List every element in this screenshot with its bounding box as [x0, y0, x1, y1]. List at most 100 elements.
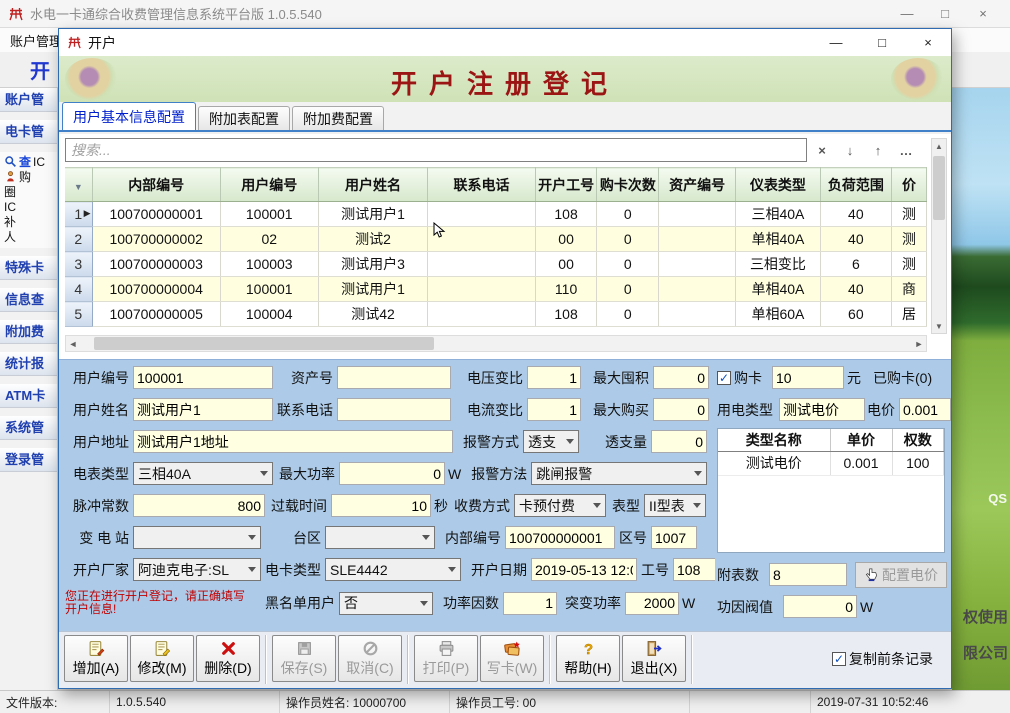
row-header[interactable]: 4	[65, 277, 92, 302]
menu-item-account[interactable]: 账户管理	[10, 31, 62, 50]
sidebar-section-4[interactable]: 信息查	[0, 288, 57, 312]
main-close-button[interactable]: ×	[964, 3, 1002, 25]
pf-threshold-input[interactable]	[783, 595, 857, 618]
row-header[interactable]: 5	[65, 302, 92, 327]
row-header[interactable]: 1▶	[65, 202, 92, 227]
user-name-input[interactable]	[133, 398, 273, 421]
table-row[interactable]: 210070000000202测试2000单相40A40测	[65, 227, 927, 252]
price-col-name[interactable]: 类型名称	[718, 429, 830, 451]
address-input[interactable]	[133, 430, 453, 453]
buy-card-checkbox[interactable]: ✓	[717, 371, 731, 385]
blacklist-select[interactable]: 否	[339, 592, 433, 615]
dialog-maximize-button[interactable]: □	[859, 32, 905, 54]
current-ratio-input[interactable]	[527, 398, 581, 421]
table-row[interactable]: 1▶100700000001100001测试用户11080三相40A40测	[65, 202, 927, 227]
column-header-1[interactable]: 内部编号	[92, 168, 220, 202]
column-header-4[interactable]: 联系电话	[428, 168, 535, 202]
sidebar-item[interactable]: 人	[4, 229, 57, 244]
tab-2[interactable]: 附加表配置	[198, 106, 290, 130]
elec-type-input[interactable]	[779, 398, 865, 421]
column-header-10[interactable]: 价	[891, 168, 926, 202]
exit-button[interactable]: 退出(X)	[622, 635, 686, 682]
tab-3[interactable]: 附加费配置	[292, 106, 384, 130]
scroll-left-arrow[interactable]: ◄	[66, 339, 80, 349]
surge-power-input[interactable]	[625, 592, 679, 615]
buy-card-amount-input[interactable]	[772, 366, 844, 389]
charge-mode-select[interactable]: 卡预付费	[514, 494, 606, 517]
scroll-right-arrow[interactable]: ►	[912, 339, 926, 349]
area-code-input[interactable]	[651, 526, 697, 549]
phone-input[interactable]	[337, 398, 451, 421]
table-vertical-scrollbar[interactable]: ▲ ▼	[931, 138, 947, 334]
sidebar-section-9[interactable]: 登录管	[0, 448, 57, 472]
overload-time-input[interactable]	[331, 494, 431, 517]
column-header-5[interactable]: 开户工号	[535, 168, 597, 202]
search-input[interactable]	[65, 138, 807, 162]
sidebar-section-7[interactable]: ATM卡	[0, 384, 57, 408]
sidebar-item[interactable]: IC	[4, 199, 57, 214]
work-no-input[interactable]	[673, 558, 715, 581]
scroll-up-arrow[interactable]: ▲	[935, 139, 943, 153]
column-header-3[interactable]: 用户姓名	[318, 168, 428, 202]
overdraft-input[interactable]	[651, 430, 707, 453]
max-power-input[interactable]	[339, 462, 445, 485]
pulse-const-input[interactable]	[133, 494, 265, 517]
sidebar-item[interactable]: 补	[4, 214, 57, 229]
scrollbar-thumb[interactable]	[933, 156, 945, 220]
table-row[interactable]: 5100700000005100004测试421080单相60A60居	[65, 302, 927, 327]
price-col-unit-price[interactable]: 单价	[830, 429, 892, 451]
table-row[interactable]: 3100700000003100003测试用户3000三相变比6测	[65, 252, 927, 277]
main-maximize-button[interactable]: □	[926, 3, 964, 25]
sidebar-section-5[interactable]: 附加费	[0, 320, 57, 344]
vendor-select[interactable]: 阿迪克电子:SL	[133, 558, 261, 581]
row-header[interactable]: 3	[65, 252, 92, 277]
sidebar-item[interactable]: 查IC	[4, 154, 57, 169]
column-chooser-button[interactable]: ▼	[65, 168, 92, 202]
sidebar-section-3[interactable]: 特殊卡	[0, 256, 57, 280]
search-next-button[interactable]: ↓	[837, 138, 863, 162]
main-minimize-button[interactable]: —	[888, 3, 926, 25]
dialog-minimize-button[interactable]: —	[813, 32, 859, 54]
attach-meters-input[interactable]	[769, 563, 847, 586]
max-hoard-input[interactable]	[653, 366, 709, 389]
station-area-select[interactable]	[325, 526, 435, 549]
dialog-close-button[interactable]: ×	[905, 32, 951, 54]
max-buy-input[interactable]	[653, 398, 709, 421]
sidebar-item[interactable]: 圈	[4, 184, 57, 199]
scrollbar-thumb[interactable]	[94, 337, 434, 350]
row-header[interactable]: 2	[65, 227, 92, 252]
copy-prev-checkbox[interactable]: ✓	[832, 652, 846, 666]
add-button[interactable]: 增加(A)	[64, 635, 128, 682]
card-type-select[interactable]: SLE4442	[325, 558, 461, 581]
sidebar-section-2[interactable]: 电卡管	[0, 120, 57, 144]
column-header-7[interactable]: 资产编号	[659, 168, 736, 202]
user-no-input[interactable]	[133, 366, 273, 389]
meter-model-select[interactable]: II型表	[644, 494, 706, 517]
meter-type-select[interactable]: 三相40A	[133, 462, 273, 485]
sidebar-section-1[interactable]: 账户管	[0, 88, 57, 112]
table-horizontal-scrollbar[interactable]: ◄ ►	[65, 335, 927, 352]
price-table-row[interactable]: 测试电价 0.001 100	[718, 451, 944, 475]
price-col-weight[interactable]: 权数	[892, 429, 944, 451]
column-header-9[interactable]: 负荷范围	[820, 168, 891, 202]
alarm-mode-select[interactable]: 透支	[523, 430, 579, 453]
help-button[interactable]: ?帮助(H)	[556, 635, 620, 682]
price-input[interactable]	[899, 398, 951, 421]
sidebar-section-8[interactable]: 系统管	[0, 416, 57, 440]
alarm-method-select[interactable]: 跳闸报警	[531, 462, 707, 485]
substation-select[interactable]	[133, 526, 261, 549]
search-clear-button[interactable]: ×	[809, 138, 835, 162]
voltage-ratio-input[interactable]	[527, 366, 581, 389]
scroll-down-arrow[interactable]: ▼	[935, 319, 943, 333]
sidebar-item[interactable]: 购	[4, 169, 57, 184]
tab-1[interactable]: 用户基本信息配置	[62, 102, 196, 130]
asset-no-input[interactable]	[337, 366, 451, 389]
search-prev-button[interactable]: ↑	[865, 138, 891, 162]
modify-button[interactable]: 修改(M)	[130, 635, 194, 682]
column-header-6[interactable]: 购卡次数	[597, 168, 659, 202]
toolbar-open-button[interactable]: 开	[30, 55, 50, 84]
delete-button[interactable]: 删除(D)	[196, 635, 260, 682]
search-more-button[interactable]: …	[893, 138, 919, 162]
column-header-2[interactable]: 用户编号	[220, 168, 318, 202]
sidebar-section-6[interactable]: 统计报	[0, 352, 57, 376]
